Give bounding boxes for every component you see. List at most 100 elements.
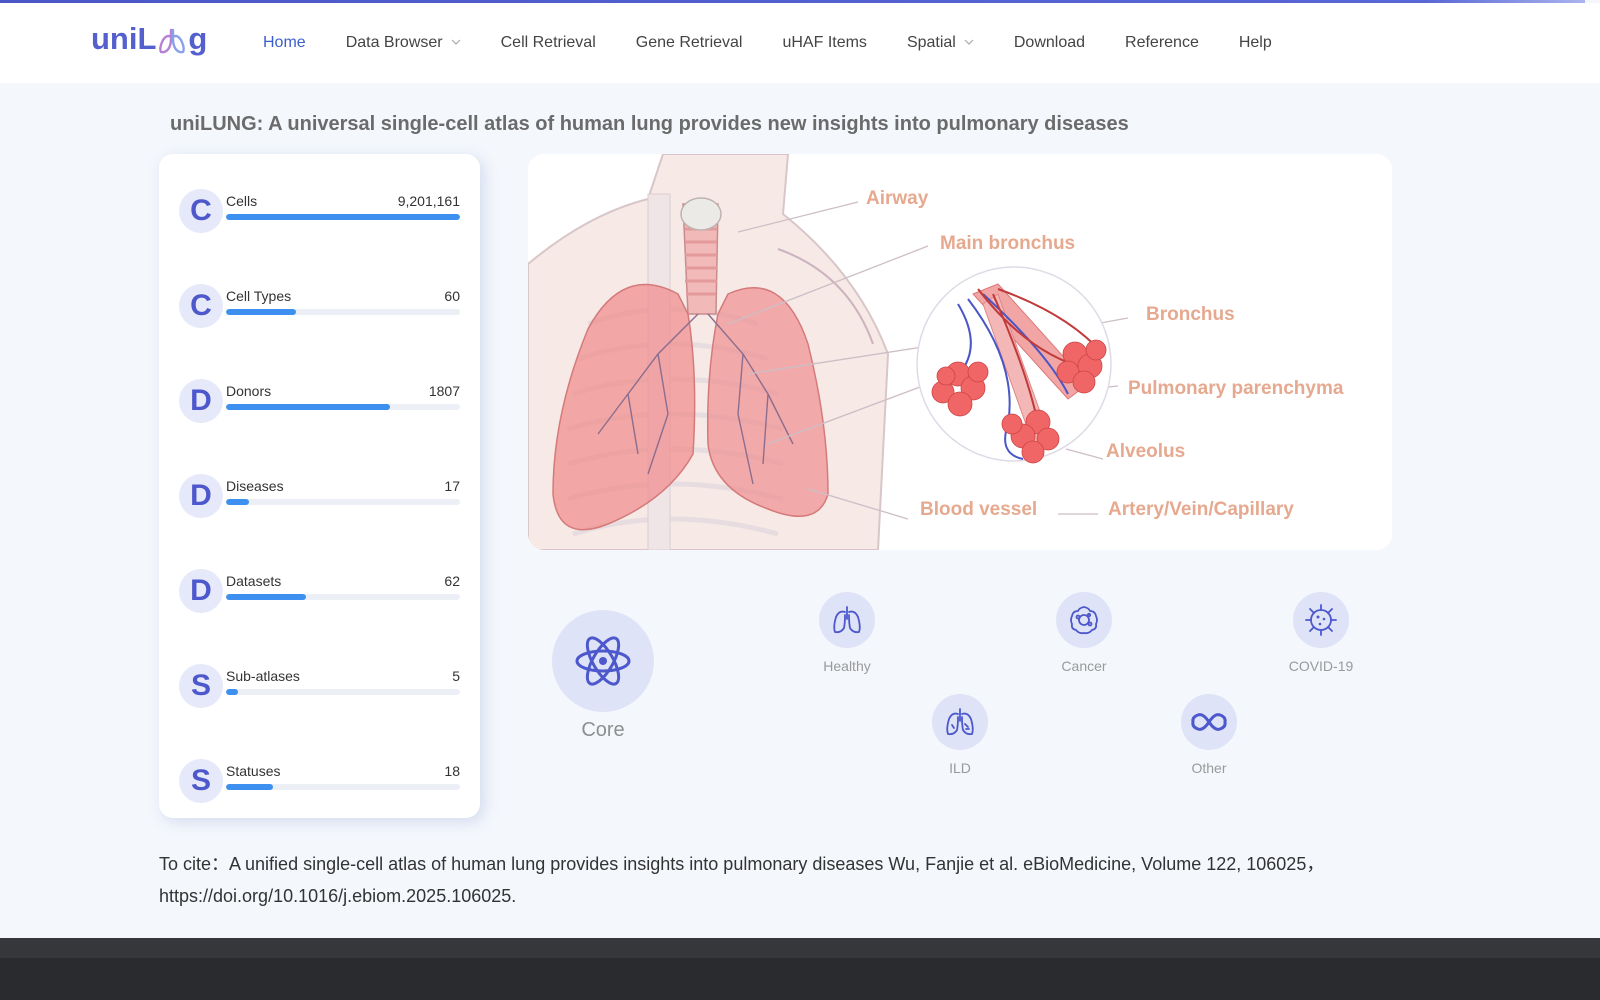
- stat-progress-track: [226, 214, 460, 220]
- nav-reference-label: Reference: [1125, 34, 1199, 51]
- category-cancer-bubble: [1056, 592, 1112, 648]
- category-ild-label: ILD: [949, 760, 971, 776]
- stat-label: Statuses: [226, 763, 281, 779]
- nav-download-label: Download: [1013, 34, 1086, 51]
- stat-letter-badge: C: [179, 189, 223, 233]
- stat-cells: C Cells 9,201,161: [179, 189, 460, 235]
- stat-sub-atlases: S Sub-atlases 5: [179, 664, 460, 710]
- category-healthy[interactable]: Healthy: [797, 592, 897, 674]
- main-nav: Home Data Browser Cell Retrieval Gene Re…: [263, 3, 1312, 83]
- stat-value: 60: [444, 288, 460, 304]
- nav-reference[interactable]: Reference: [1125, 34, 1199, 52]
- category-healthy-label: Healthy: [823, 658, 871, 674]
- label-parenchyma: Pulmonary parenchyma: [1128, 378, 1344, 399]
- lungs-damaged-icon: [946, 708, 974, 736]
- stat-progress-track: [226, 309, 460, 315]
- category-other-bubble: [1181, 694, 1237, 750]
- nav-cell-retrieval-label: Cell Retrieval: [500, 34, 596, 51]
- stat-progress-fill: [226, 689, 238, 695]
- stat-label: Donors: [226, 383, 272, 399]
- page-title: uniLUNG: A universal single-cell atlas o…: [170, 113, 1129, 135]
- category-healthy-bubble: [819, 592, 875, 648]
- chevron-down-icon: [451, 39, 461, 45]
- label-alveolus: Alveolus: [1106, 441, 1185, 462]
- category-core[interactable]: Core: [552, 610, 654, 742]
- nav-help-label: Help: [1238, 34, 1272, 51]
- nav-spatial[interactable]: Spatial: [907, 34, 974, 52]
- nav-download[interactable]: Download: [1014, 34, 1085, 52]
- nav-data-browser-label: Data Browser: [345, 34, 443, 51]
- stat-progress-fill: [226, 214, 460, 220]
- header: uniL g Home Data Browser Cell Retrieval …: [0, 3, 1600, 83]
- label-blood-vessel: Blood vessel: [920, 499, 1037, 520]
- stat-progress-fill: [226, 499, 250, 505]
- stat-letter-badge: D: [179, 474, 223, 518]
- stat-value: 62: [444, 573, 460, 589]
- stat-letter-badge: C: [179, 284, 223, 328]
- footer: [0, 938, 1600, 1000]
- stat-letter-badge: D: [179, 569, 223, 613]
- stat-cell-types: C Cell Types 60: [179, 284, 460, 330]
- logo-lung-icon: [157, 26, 187, 54]
- label-bronchus: Bronchus: [1146, 304, 1235, 325]
- category-other-label: Other: [1191, 760, 1227, 776]
- nav-help[interactable]: Help: [1239, 34, 1272, 52]
- logo-text-suffix: g: [188, 21, 208, 56]
- stat-label: Cell Types: [226, 288, 292, 304]
- stat-progress-fill: [226, 784, 273, 790]
- cancer-cell-icon: [1070, 606, 1098, 635]
- stat-value: 1807: [428, 383, 460, 399]
- stat-progress-track: [226, 689, 460, 695]
- stat-value: 9,201,161: [397, 193, 460, 209]
- virus-icon: [1305, 604, 1337, 636]
- stat-progress-track: [226, 594, 460, 600]
- nav-home[interactable]: Home: [263, 34, 306, 52]
- category-cancer[interactable]: Cancer: [1034, 592, 1134, 674]
- lungs-icon: [833, 606, 861, 634]
- stat-value: 18: [444, 763, 460, 779]
- nav-uhaf-items[interactable]: uHAF Items: [782, 34, 866, 52]
- nav-gene-retrieval[interactable]: Gene Retrieval: [636, 34, 743, 52]
- nav-gene-retrieval-label: Gene Retrieval: [635, 34, 743, 51]
- stat-letter-badge: S: [179, 759, 223, 803]
- nav-spatial-label: Spatial: [906, 34, 956, 51]
- stat-label: Datasets: [226, 573, 282, 589]
- stat-letter-badge: S: [179, 664, 223, 708]
- stat-progress-track: [226, 499, 460, 505]
- label-airway: Airway: [866, 188, 929, 209]
- category-covid-label: COVID-19: [1288, 658, 1354, 674]
- stat-donors: D Donors 1807: [179, 379, 460, 425]
- label-main-bronchus: Main bronchus: [940, 233, 1075, 254]
- stat-label: Cells: [226, 193, 258, 209]
- label-artery: Artery/Vein/Capillary: [1108, 499, 1294, 520]
- category-core-bubble: [552, 610, 654, 712]
- category-other[interactable]: Other: [1159, 694, 1259, 776]
- stat-progress-track: [226, 784, 460, 790]
- stat-progress-fill: [226, 309, 297, 315]
- site-logo[interactable]: uniL g: [91, 21, 207, 57]
- category-ild[interactable]: ILD: [910, 694, 1010, 776]
- stat-label: Sub-atlases: [226, 668, 300, 684]
- lung-diagram: Airway Main bronchus Bronchus Pulmonary …: [528, 154, 1344, 550]
- lung-anatomy-illustration: Airway Main bronchus Bronchus Pulmonary …: [528, 154, 1392, 550]
- stat-progress-fill: [226, 594, 306, 600]
- stat-progress-track: [226, 404, 460, 410]
- category-cancer-label: Cancer: [1061, 658, 1107, 674]
- logo-text-prefix: uniL: [91, 21, 157, 56]
- category-core-label: Core: [581, 719, 625, 741]
- stat-letter-badge: D: [179, 379, 223, 423]
- category-covid[interactable]: COVID-19: [1271, 592, 1371, 674]
- stat-diseases: D Diseases 17: [179, 474, 460, 520]
- nav-data-browser[interactable]: Data Browser: [346, 34, 461, 52]
- stat-datasets: D Datasets 62: [179, 569, 460, 615]
- atom-icon: [575, 636, 631, 686]
- footer-band: [0, 938, 1600, 958]
- category-ild-bubble: [932, 694, 988, 750]
- chevron-down-icon: [964, 39, 974, 45]
- nav-cell-retrieval[interactable]: Cell Retrieval: [501, 34, 596, 52]
- stat-label: Diseases: [226, 478, 284, 494]
- stat-value: 17: [444, 478, 460, 494]
- stat-statuses: S Statuses 18: [179, 759, 460, 805]
- stat-progress-fill: [226, 404, 390, 410]
- citation-text: To cite：A unified single-cell atlas of h…: [159, 854, 1325, 906]
